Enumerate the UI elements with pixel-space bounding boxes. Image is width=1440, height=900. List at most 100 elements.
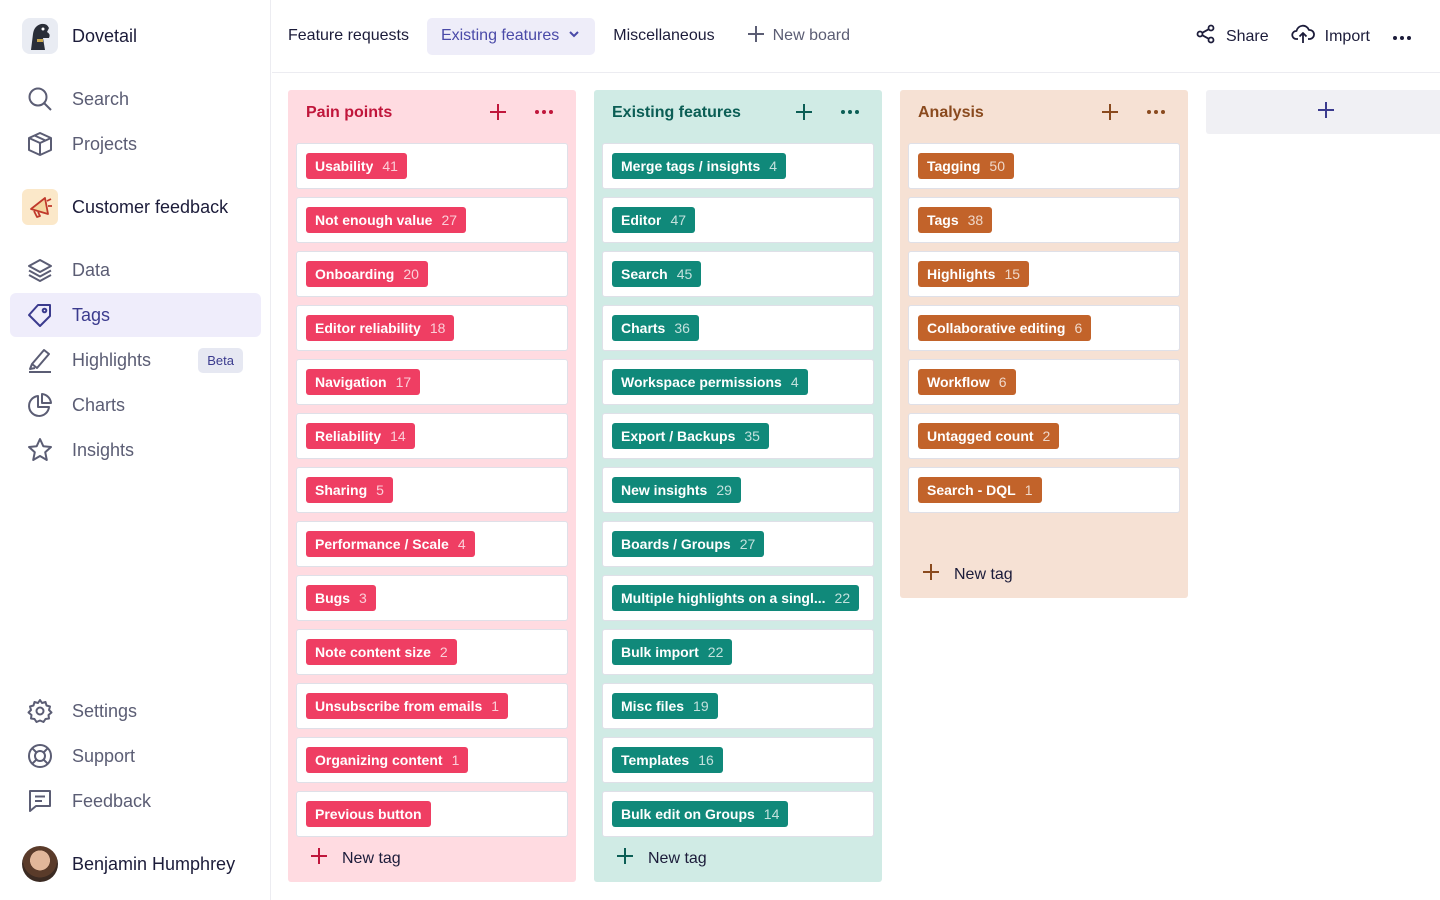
sidebar-item-project[interactable]: Customer feedback: [10, 185, 261, 229]
tag-card[interactable]: Boards / Groups 27: [602, 521, 874, 567]
user-profile[interactable]: Benjamin Humphrey: [22, 846, 235, 882]
tag-pill[interactable]: Bugs 3: [306, 585, 376, 611]
column-more-icon[interactable]: [1144, 100, 1168, 124]
new-tag-button[interactable]: New tag: [310, 847, 401, 870]
tag-card[interactable]: Templates 16: [602, 737, 874, 783]
tag-card[interactable]: Performance / Scale 4: [296, 521, 568, 567]
tag-pill[interactable]: Merge tags / insights 4: [612, 153, 787, 179]
tag-pill[interactable]: Performance / Scale 4: [306, 531, 475, 557]
column-more-icon[interactable]: [532, 100, 556, 124]
tag-pill[interactable]: Multiple highlights on a singl... 22: [612, 585, 860, 611]
more-options-button[interactable]: [1392, 28, 1412, 46]
tag-count: 36: [674, 320, 690, 336]
tag-pill[interactable]: Misc files 19: [612, 693, 718, 719]
sidebar-item-charts[interactable]: Charts: [10, 383, 261, 427]
tag-pill[interactable]: Reliability 14: [306, 423, 415, 449]
tag-card[interactable]: Tagging 50: [908, 143, 1180, 189]
tag-card[interactable]: Bugs 3: [296, 575, 568, 621]
tag-card[interactable]: Highlights 15: [908, 251, 1180, 297]
tag-card[interactable]: New insights 29: [602, 467, 874, 513]
tag-pill[interactable]: Previous button: [306, 801, 431, 827]
tag-card[interactable]: Onboarding 20: [296, 251, 568, 297]
add-column-button[interactable]: [1206, 90, 1440, 134]
tag-pill[interactable]: Unsubscribe from emails 1: [306, 693, 509, 719]
tag-card[interactable]: Unsubscribe from emails 1: [296, 683, 568, 729]
tab-feature-requests[interactable]: Feature requests: [274, 18, 423, 54]
tag-card[interactable]: Organizing content 1: [296, 737, 568, 783]
tag-count: 27: [441, 212, 458, 228]
tag-pill[interactable]: Onboarding 20: [306, 261, 428, 287]
tag-card[interactable]: Editor 47: [602, 197, 874, 243]
sidebar-item-feedback[interactable]: Feedback: [10, 779, 261, 823]
import-button[interactable]: Import: [1291, 24, 1370, 49]
share-button[interactable]: Share: [1196, 24, 1269, 49]
tag-pill[interactable]: Search - DQL 1: [918, 477, 1042, 503]
new-tag-button[interactable]: New tag: [922, 563, 1013, 586]
tab-existing-features[interactable]: Existing features: [426, 17, 596, 55]
tag-pill[interactable]: Collaborative editing 6: [918, 315, 1092, 341]
tag-pill[interactable]: Workflow 6: [918, 369, 1016, 395]
tag-pill[interactable]: Templates 16: [612, 747, 723, 773]
tag-card[interactable]: Collaborative editing 6: [908, 305, 1180, 351]
tag-card[interactable]: Bulk import 22: [602, 629, 874, 675]
add-tag-plus-icon[interactable]: [1098, 100, 1122, 124]
tag-pill[interactable]: Not enough value 27: [306, 207, 467, 233]
tag-card[interactable]: Workflow 6: [908, 359, 1180, 405]
tag-pill[interactable]: Sharing 5: [306, 477, 393, 503]
tag-pill[interactable]: Usability 41: [306, 153, 407, 179]
tag-pill[interactable]: Bulk import 22: [612, 639, 733, 665]
column-more-icon[interactable]: [838, 100, 862, 124]
tag-card[interactable]: Sharing 5: [296, 467, 568, 513]
tag-pill[interactable]: Editor reliability 18: [306, 315, 455, 341]
tag-pill[interactable]: New insights 29: [612, 477, 741, 503]
tag-pill[interactable]: Bulk edit on Groups 14: [612, 801, 789, 827]
sidebar-item-data[interactable]: Data: [10, 248, 261, 292]
chevron-down-icon: [567, 27, 581, 46]
tag-pill[interactable]: Export / Backups 35: [612, 423, 769, 449]
tag-pill[interactable]: Search 45: [612, 261, 702, 287]
tag-pill[interactable]: Note content size 2: [306, 639, 457, 665]
tag-card[interactable]: Previous button: [296, 791, 568, 837]
tab-miscellaneous[interactable]: Miscellaneous: [599, 18, 728, 54]
tag-pill[interactable]: Workspace permissions 4: [612, 369, 808, 395]
tag-card[interactable]: Export / Backups 35: [602, 413, 874, 459]
sidebar-item-support[interactable]: Support: [10, 734, 261, 778]
sidebar-item-tags[interactable]: Tags: [10, 293, 261, 337]
tag-pill[interactable]: Boards / Groups 27: [612, 531, 765, 557]
tag-card[interactable]: Bulk edit on Groups 14: [602, 791, 874, 837]
tag-card[interactable]: Note content size 2: [296, 629, 568, 675]
tag-card[interactable]: Tags 38: [908, 197, 1180, 243]
tag-card[interactable]: Search - DQL 1: [908, 467, 1180, 513]
tag-card[interactable]: Misc files 19: [602, 683, 874, 729]
sidebar-item-highlights[interactable]: Highlights Beta: [10, 338, 261, 382]
tag-count: 17: [395, 374, 412, 390]
new-tag-button[interactable]: New tag: [616, 847, 707, 870]
tag-pill[interactable]: Editor 47: [612, 207, 696, 233]
tag-card[interactable]: Usability 41: [296, 143, 568, 189]
sidebar-item-insights[interactable]: Insights: [10, 428, 261, 472]
workspace-brand[interactable]: Dovetail: [22, 18, 137, 54]
tag-pill[interactable]: Navigation 17: [306, 369, 421, 395]
tag-card[interactable]: Search 45: [602, 251, 874, 297]
tag-pill[interactable]: Untagged count 2: [918, 423, 1060, 449]
tag-pill[interactable]: Tags 38: [918, 207, 993, 233]
tag-card[interactable]: Charts 36: [602, 305, 874, 351]
sidebar-item-settings[interactable]: Settings: [10, 689, 261, 733]
tag-card[interactable]: Merge tags / insights 4: [602, 143, 874, 189]
tag-pill[interactable]: Highlights 15: [918, 261, 1030, 287]
sidebar-item-projects[interactable]: Projects: [10, 122, 261, 166]
sidebar-item-search[interactable]: Search: [10, 77, 261, 121]
add-tag-plus-icon[interactable]: [792, 100, 816, 124]
tag-card[interactable]: Not enough value 27: [296, 197, 568, 243]
tag-card[interactable]: Editor reliability 18: [296, 305, 568, 351]
tag-card[interactable]: Untagged count 2: [908, 413, 1180, 459]
new-board-button[interactable]: New board: [733, 16, 864, 57]
tag-card[interactable]: Workspace permissions 4: [602, 359, 874, 405]
add-tag-plus-icon[interactable]: [486, 100, 510, 124]
tag-card[interactable]: Reliability 14: [296, 413, 568, 459]
tag-card[interactable]: Navigation 17: [296, 359, 568, 405]
tag-card[interactable]: Multiple highlights on a singl... 22: [602, 575, 874, 621]
tag-pill[interactable]: Organizing content 1: [306, 747, 469, 773]
tag-pill[interactable]: Tagging 50: [918, 153, 1014, 179]
tag-pill[interactable]: Charts 36: [612, 315, 699, 341]
